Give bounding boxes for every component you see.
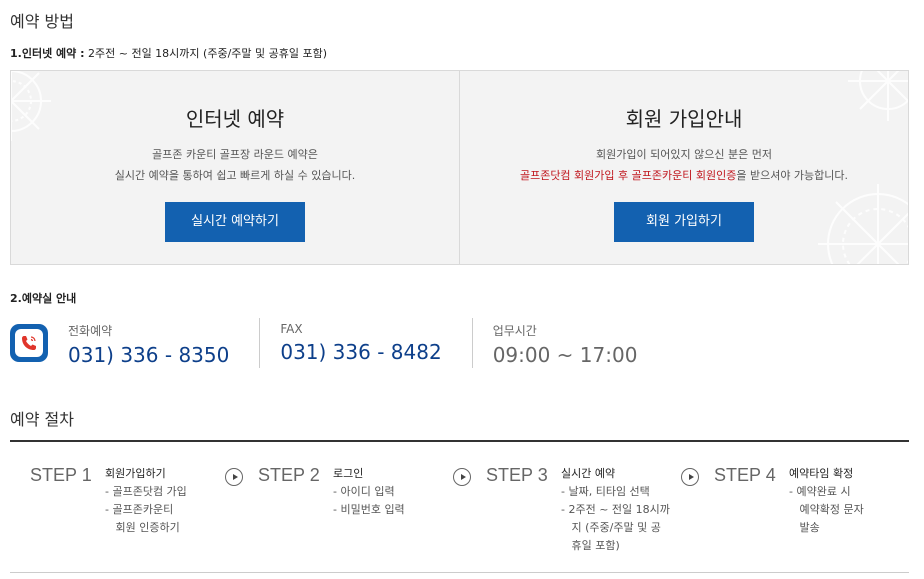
step-1-item: 회원 인증하기 bbox=[105, 521, 180, 534]
realtime-reservation-button[interactable]: 실시간 예약하기 bbox=[165, 202, 305, 242]
step-4-item: 발송 bbox=[789, 521, 820, 534]
reservation-office-info: 전화예약 031) 336 - 8350 FAX 031) 336 - 8482… bbox=[10, 318, 710, 368]
reservation-procedure-title: 예약 절차 bbox=[10, 410, 74, 429]
internet-reservation-panel: 인터넷 예약 골프존 카운티 골프장 라운드 예약은 실시간 예약을 통하여 쉽… bbox=[11, 71, 459, 264]
member-desc-red: 골프존닷컴 회원가입 후 골프존카운티 회원인증 bbox=[519, 169, 737, 182]
hours-info: 업무시간 09:00 ~ 17:00 bbox=[471, 318, 668, 368]
step-3-body: 실시간 예약 - 날짜, 티타임 선택 - 2주전 ~ 전일 18시까 지 (주… bbox=[561, 465, 670, 555]
step-2-number: STEP 2 bbox=[258, 465, 320, 485]
step-2-body: 로그인 - 아이디 입력 - 비밀번호 입력 bbox=[333, 465, 405, 519]
step-2-title: 로그인 bbox=[333, 467, 364, 480]
step-2-item: - 비밀번호 입력 bbox=[333, 503, 405, 516]
step-4-title: 예약타임 확정 bbox=[789, 467, 854, 480]
step-4-number: STEP 4 bbox=[714, 465, 776, 485]
step-1-item: - 골프존닷컴 가입 bbox=[105, 485, 187, 498]
member-signup-panel: 회원 가입안내 회원가입이 되어있지 않으신 분은 먼저 골프존닷컴 회원가입 … bbox=[459, 71, 908, 264]
phone-label: 전화예약 bbox=[68, 324, 113, 338]
hours-label: 업무시간 bbox=[492, 324, 537, 338]
step-4: STEP 4 예약타임 확정 - 예약완료 시 예약확정 문자 발송 bbox=[714, 465, 864, 537]
step-3-item: 휴일 포함) bbox=[561, 539, 620, 552]
step-3-item: - 2주전 ~ 전일 18시까 bbox=[561, 503, 670, 516]
right-bottom-decoration-icon bbox=[818, 184, 908, 264]
step-1-number: STEP 1 bbox=[30, 465, 92, 485]
step-3-title: 실시간 예약 bbox=[561, 467, 616, 480]
arrow-right-circle-icon bbox=[225, 468, 243, 486]
phone-number: 031) 336 - 8350 bbox=[68, 343, 230, 367]
right-top-decoration-icon bbox=[848, 71, 908, 121]
step-3: STEP 3 실시간 예약 - 날짜, 티타임 선택 - 2주전 ~ 전일 18… bbox=[486, 465, 670, 555]
procedure-bottom-divider bbox=[10, 572, 909, 573]
step-1-title: 회원가입하기 bbox=[105, 467, 166, 480]
step-2: STEP 2 로그인 - 아이디 입력 - 비밀번호 입력 bbox=[258, 465, 405, 519]
internet-reservation-heading: 1.인터넷 예약 : bbox=[10, 47, 85, 60]
fax-label: FAX bbox=[280, 322, 303, 336]
step-3-item: - 날짜, 티타임 선택 bbox=[561, 485, 650, 498]
step-4-body: 예약타임 확정 - 예약완료 시 예약확정 문자 발송 bbox=[789, 465, 864, 537]
left-decoration-icon bbox=[11, 71, 51, 141]
reservation-panels: 인터넷 예약 골프존 카운티 골프장 라운드 예약은 실시간 예약을 통하여 쉽… bbox=[10, 70, 909, 265]
reservation-method-title: 예약 방법 bbox=[10, 12, 74, 31]
step-4-item: - 예약완료 시 bbox=[789, 485, 851, 498]
phone-icon bbox=[10, 324, 48, 362]
reservation-office-heading: 2.예약실 안내 bbox=[10, 292, 77, 305]
step-2-item: - 아이디 입력 bbox=[333, 485, 395, 498]
procedure-top-divider bbox=[10, 440, 909, 442]
step-1-body: 회원가입하기 - 골프존닷컴 가입 - 골프존카운티 회원 인증하기 bbox=[105, 465, 187, 537]
fax-info: FAX 031) 336 - 8482 bbox=[259, 318, 471, 368]
member-signup-button[interactable]: 회원 가입하기 bbox=[614, 202, 754, 242]
member-desc-line1: 회원가입이 되어있지 않으신 분은 먼저 bbox=[596, 148, 772, 161]
step-3-item: 지 (주중/주말 및 공 bbox=[561, 521, 661, 534]
step-1: STEP 1 회원가입하기 - 골프존닷컴 가입 - 골프존카운티 회원 인증하… bbox=[30, 465, 187, 537]
step-3-number: STEP 3 bbox=[486, 465, 548, 485]
phone-info: 전화예약 031) 336 - 8350 bbox=[48, 318, 259, 368]
step-4-item: 예약확정 문자 bbox=[789, 503, 864, 516]
arrow-right-circle-icon bbox=[453, 468, 471, 486]
fax-number: 031) 336 - 8482 bbox=[280, 340, 442, 364]
internet-reservation-desc: 2주전 ~ 전일 18시까지 (주중/주말 및 공휴일 포함) bbox=[88, 47, 328, 60]
internet-reservation-line: 1.인터넷 예약 : 2주전 ~ 전일 18시까지 (주중/주말 및 공휴일 포… bbox=[10, 45, 327, 61]
arrow-right-circle-icon bbox=[681, 468, 699, 486]
step-1-item: - 골프존카운티 bbox=[105, 503, 174, 516]
hours-value: 09:00 ~ 17:00 bbox=[492, 343, 638, 367]
